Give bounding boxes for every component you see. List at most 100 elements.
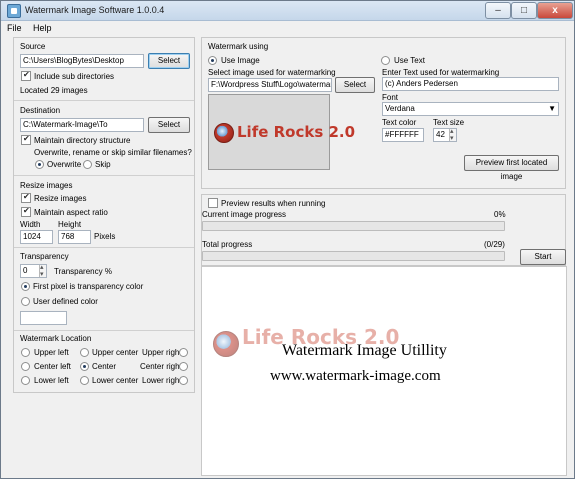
font-selected-value: Verdana <box>385 104 415 113</box>
location-lower-center-radio[interactable] <box>80 376 89 385</box>
location-center-right-label: Center right <box>140 362 182 371</box>
width-input[interactable]: 1024 <box>20 230 53 244</box>
maintain-structure-checkbox[interactable] <box>21 134 31 145</box>
total-progress-bar <box>202 251 505 261</box>
source-count-text: Located 29 images <box>20 86 88 95</box>
transparency-title: Transparency <box>20 252 69 261</box>
stepper-arrows-icon[interactable] <box>39 265 46 277</box>
preview-results-checkbox[interactable] <box>208 198 218 208</box>
text-color-label: Text color <box>382 118 417 127</box>
location-upper-left-label: Upper left <box>34 348 69 357</box>
user-defined-label: User defined color <box>33 297 98 306</box>
progress-panel: Preview results when running Current ima… <box>201 194 566 266</box>
preview-first-image-button[interactable]: Preview first located image <box>464 155 559 181</box>
location-lower-right-radio[interactable] <box>179 376 188 385</box>
watermark-text-input[interactable]: (c) Anders Pedersen <box>382 77 559 91</box>
maintain-structure-label: Maintain directory structure <box>34 136 131 145</box>
location-lower-right-label: Lower right <box>142 376 182 385</box>
watermark-text-label: Enter Text used for watermarking <box>382 68 500 77</box>
start-button[interactable]: Start <box>520 249 566 265</box>
preview-results-label: Preview results when running <box>221 199 326 208</box>
life-rocks-logo-icon <box>214 123 234 143</box>
text-size-value: 42 <box>436 130 445 139</box>
minimize-button[interactable]: – <box>485 2 511 19</box>
location-lower-left-radio[interactable] <box>21 376 30 385</box>
settings-panel: Source C:\Users\BlogBytes\Desktop Select… <box>13 37 195 393</box>
include-subdirs-label: Include sub directories <box>34 72 115 81</box>
divider <box>14 175 194 176</box>
source-select-button[interactable]: Select <box>148 53 190 69</box>
first-pixel-radio[interactable] <box>21 282 30 291</box>
source-path-field[interactable]: C:\Users\BlogBytes\Desktop <box>20 54 144 68</box>
window-title: Watermark Image Software 1.0.0.4 <box>25 5 165 15</box>
maximize-button[interactable]: □ <box>511 2 537 19</box>
thumbnail-logo-text: Life Rocks 2.0 <box>237 123 356 141</box>
select-image-label: Select image used for watermarking <box>208 68 336 77</box>
menu-help[interactable]: Help <box>33 23 52 33</box>
menu-file[interactable]: File <box>7 23 22 33</box>
location-upper-center-label: Upper center <box>92 348 139 357</box>
stepper-arrows-icon[interactable] <box>449 129 456 141</box>
location-center-right-radio[interactable] <box>179 362 188 371</box>
resize-images-checkbox[interactable] <box>21 192 31 203</box>
aspect-ratio-label: Maintain aspect ratio <box>34 208 108 217</box>
font-select[interactable]: Verdana ▼ <box>382 102 559 116</box>
overwrite-radio[interactable] <box>35 160 44 169</box>
text-color-input[interactable]: #FFFFFF <box>382 128 424 142</box>
use-image-label: Use Image <box>221 56 260 65</box>
total-progress-label: Total progress <box>202 240 253 249</box>
app-icon <box>7 4 21 18</box>
resize-title: Resize images <box>20 181 73 190</box>
watermark-image-thumbnail: Life Rocks 2.0 <box>208 94 355 170</box>
font-label: Font <box>382 93 399 102</box>
current-progress-value: 0% <box>494 210 506 219</box>
watermark-panel: Watermark using Use Image Use Text Selec… <box>201 37 566 189</box>
preview-watermark-line2: www.watermark-image.com <box>270 368 441 384</box>
transparency-stepper[interactable]: 0 <box>20 264 47 278</box>
location-upper-left-radio[interactable] <box>21 348 30 357</box>
chevron-down-icon: ▼ <box>548 104 556 113</box>
user-defined-radio[interactable] <box>21 297 30 306</box>
use-text-radio[interactable] <box>381 56 390 65</box>
height-input[interactable]: 768 <box>58 230 91 244</box>
location-upper-right-label: Upper right <box>142 348 182 357</box>
watermark-title: Watermark using <box>208 42 269 51</box>
preview-logo-icon <box>213 331 239 357</box>
location-upper-center-radio[interactable] <box>80 348 89 357</box>
resize-images-label: Resize images <box>34 194 87 203</box>
destination-select-button[interactable]: Select <box>148 117 190 133</box>
text-size-label: Text size <box>433 118 465 127</box>
aspect-ratio-checkbox[interactable] <box>21 206 31 217</box>
close-button[interactable]: x <box>537 2 573 19</box>
similar-filenames-question: Overwrite, rename or skip similar filena… <box>34 148 192 157</box>
use-image-radio[interactable] <box>208 56 217 65</box>
divider <box>14 247 194 248</box>
text-size-stepper[interactable]: 42 <box>433 128 457 142</box>
skip-radio[interactable] <box>83 160 92 169</box>
overwrite-label: Overwrite <box>47 160 82 169</box>
transparency-percent-label: Transparency % <box>54 267 112 276</box>
app-window: Watermark Image Software 1.0.0.4 – □ x F… <box>0 0 575 479</box>
user-color-field[interactable] <box>20 311 67 325</box>
destination-path-field[interactable]: C:\Watermark-Image\To <box>20 118 144 132</box>
use-text-label: Use Text <box>394 56 425 65</box>
skip-label: Skip <box>95 160 111 169</box>
location-upper-right-radio[interactable] <box>179 348 188 357</box>
current-progress-bar <box>202 221 505 231</box>
watermark-image-select-button[interactable]: Select <box>335 77 375 93</box>
include-subdirs-checkbox[interactable] <box>21 70 31 81</box>
location-title: Watermark Location <box>20 334 92 343</box>
transparency-value: 0 <box>23 266 28 275</box>
location-center-left-label: Center left <box>34 362 71 371</box>
location-center-left-radio[interactable] <box>21 362 30 371</box>
destination-title: Destination <box>20 106 61 115</box>
total-progress-value: (0/29) <box>484 240 505 249</box>
watermark-image-path-field[interactable]: F:\Wordpress Stuff\Logo\watermark.gif <box>208 78 332 92</box>
width-label: Width <box>20 220 41 229</box>
preview-watermark-line1: Watermark Image Utillity <box>282 342 447 359</box>
current-progress-label: Current image progress <box>202 210 287 219</box>
divider <box>14 100 194 101</box>
location-center-label: Center <box>92 362 117 371</box>
height-label: Height <box>58 220 82 229</box>
location-center-radio[interactable] <box>80 362 89 371</box>
